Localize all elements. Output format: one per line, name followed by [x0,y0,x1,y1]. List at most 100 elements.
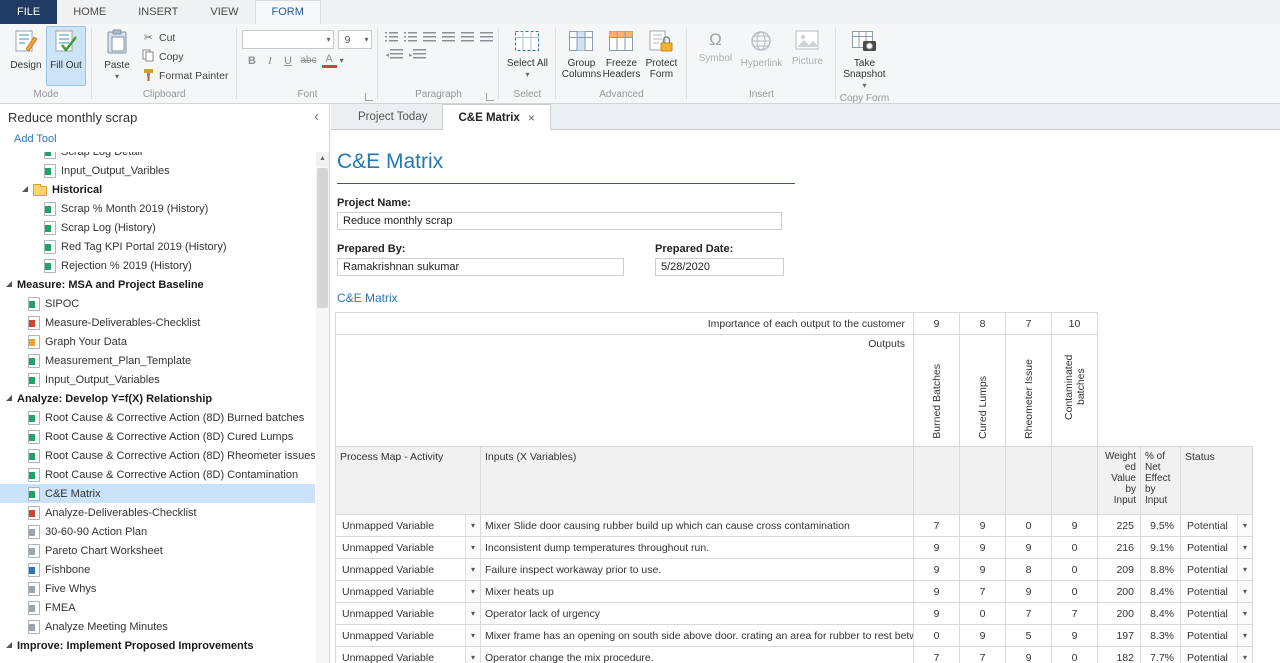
input-variable-cell[interactable]: Operator change the mix procedure. [481,647,914,663]
tree-item[interactable]: Fishbone [0,560,315,579]
chevron-down-icon[interactable]: ▾ [326,35,330,44]
tab-home[interactable]: HOME [57,0,122,24]
status-dropdown[interactable]: Potential ▾ [1181,581,1253,603]
score-cell[interactable]: 9 [914,537,960,559]
input-variable-cell[interactable]: Mixer heats up [481,581,914,603]
tree-item[interactable]: Analyze: Develop Y=f(X) Relationship [0,389,315,408]
chevron-down-icon[interactable]: ▾ [465,625,480,646]
chevron-down-icon[interactable]: ▾ [1237,603,1252,624]
input-variable-cell[interactable]: Mixer frame has an opening on south side… [481,625,914,647]
activity-dropdown[interactable]: Unmapped Variable ▾ [336,559,481,581]
score-cell[interactable]: 7 [914,647,960,663]
score-cell[interactable]: 9 [1006,581,1052,603]
chevron-down-icon[interactable]: ▾ [465,603,480,624]
group-columns-button[interactable]: Group Columns [561,26,601,86]
importance-cell[interactable]: 8 [960,313,1006,335]
chevron-down-icon[interactable]: ▾ [525,69,529,80]
project-name-input[interactable] [337,212,782,230]
input-variable-cell[interactable]: Operator lack of urgency [481,603,914,625]
tab-form[interactable]: FORM [255,0,321,24]
collapse-panel-icon[interactable]: ‹ [314,110,319,124]
select-all-button[interactable]: Select All ▾ [504,26,550,86]
score-cell[interactable]: 9 [1006,537,1052,559]
expand-triangle-icon[interactable] [6,281,12,287]
tree-item[interactable]: Pareto Chart Worksheet [0,541,315,560]
chevron-down-icon[interactable]: ▾ [465,647,480,663]
status-dropdown[interactable]: Potential ▾ [1181,515,1253,537]
dialog-launcher-icon[interactable] [486,93,494,101]
copy-button[interactable]: Copy [139,48,231,65]
italic-button[interactable]: I [262,54,277,68]
status-dropdown[interactable]: Potential ▾ [1181,559,1253,581]
score-cell[interactable]: 0 [1052,647,1098,663]
chevron-down-icon[interactable]: ▾ [465,537,480,558]
tree-item[interactable]: Root Cause & Corrective Action (8D) Cont… [0,465,315,484]
tree-item[interactable]: Scrap Log Detail [0,152,315,161]
tab-insert[interactable]: INSERT [122,0,194,24]
tree-item[interactable]: Measurement_Plan_Template [0,351,315,370]
status-dropdown[interactable]: Potential ▾ [1181,625,1253,647]
expand-triangle-icon[interactable] [6,642,12,648]
ce-matrix-section-link[interactable]: C&E Matrix [337,291,1280,305]
align-right-icon[interactable] [461,32,474,43]
increase-indent-icon[interactable]: ▸ [409,49,427,60]
tree-item[interactable]: Root Cause & Corrective Action (8D) Burn… [0,408,315,427]
chevron-down-icon[interactable]: ▾ [115,71,119,82]
prepared-by-input[interactable] [337,258,624,276]
justify-icon[interactable] [480,32,493,43]
symbol-button[interactable]: Ω Symbol [692,26,738,86]
activity-dropdown[interactable]: Unmapped Variable ▾ [336,647,481,663]
score-cell[interactable]: 9 [1052,515,1098,537]
align-center-icon[interactable] [442,32,455,43]
tree-item[interactable]: Graph Your Data [0,332,315,351]
paste-button[interactable]: Paste ▾ [97,26,137,86]
scroll-up-icon[interactable]: ▲ [316,152,329,166]
status-dropdown[interactable]: Potential ▾ [1181,647,1253,663]
score-cell[interactable]: 0 [1052,581,1098,603]
score-cell[interactable]: 0 [914,625,960,647]
score-cell[interactable]: 8 [1006,559,1052,581]
align-left-icon[interactable] [423,32,436,43]
chevron-down-icon[interactable]: ▾ [862,80,866,91]
score-cell[interactable]: 9 [1006,647,1052,663]
activity-dropdown[interactable]: Unmapped Variable ▾ [336,537,481,559]
tree-scrollbar[interactable]: ▲ [316,152,329,663]
activity-dropdown[interactable]: Unmapped Variable ▾ [336,625,481,647]
strikethrough-button[interactable]: abc [298,54,318,67]
chevron-down-icon[interactable]: ▾ [1237,625,1252,646]
activity-dropdown[interactable]: Unmapped Variable ▾ [336,603,481,625]
score-cell[interactable]: 9 [960,515,1006,537]
input-variable-cell[interactable]: Mixer Slide door causing rubber build up… [481,515,914,537]
score-cell[interactable]: 7 [960,647,1006,663]
add-tool-link[interactable]: Add Tool [0,130,329,149]
expand-triangle-icon[interactable] [22,186,28,192]
score-cell[interactable]: 9 [960,625,1006,647]
tree-item[interactable]: C&E Matrix [0,484,315,503]
tree-item[interactable]: Historical [0,180,315,199]
cut-button[interactable]: ✂ Cut [139,29,231,46]
tree-item[interactable]: Measure-Deliverables-Checklist [0,313,315,332]
score-cell[interactable]: 7 [1052,603,1098,625]
chevron-down-icon[interactable]: ▾ [465,581,480,602]
score-cell[interactable]: 0 [1052,559,1098,581]
tree-item[interactable]: 30-60-90 Action Plan [0,522,315,541]
expand-triangle-icon[interactable] [6,395,12,401]
score-cell[interactable]: 7 [914,515,960,537]
chevron-down-icon[interactable]: ▾ [364,35,368,44]
tab-project-today[interactable]: Project Today [343,104,442,129]
chevron-down-icon[interactable]: ▾ [1237,515,1252,536]
tree-item[interactable]: Analyze-Deliverables-Checklist [0,503,315,522]
tree-item[interactable]: SIPOC [0,294,315,313]
chevron-down-icon[interactable]: ▾ [1237,537,1252,558]
font-family-combo[interactable]: ▾ [242,30,334,49]
protect-form-button[interactable]: Protect Form [641,26,681,86]
font-color-button[interactable]: A [322,53,337,68]
chevron-down-icon[interactable]: ▾ [1237,559,1252,580]
tree-item[interactable]: Root Cause & Corrective Action (8D) Rheo… [0,446,315,465]
design-button[interactable]: Design [6,26,46,86]
importance-cell[interactable]: 9 [914,313,960,335]
status-dropdown[interactable]: Potential ▾ [1181,537,1253,559]
tree-item[interactable]: Measure: MSA and Project Baseline [0,275,315,294]
close-tab-icon[interactable]: × [528,111,535,125]
score-cell[interactable]: 7 [1006,603,1052,625]
